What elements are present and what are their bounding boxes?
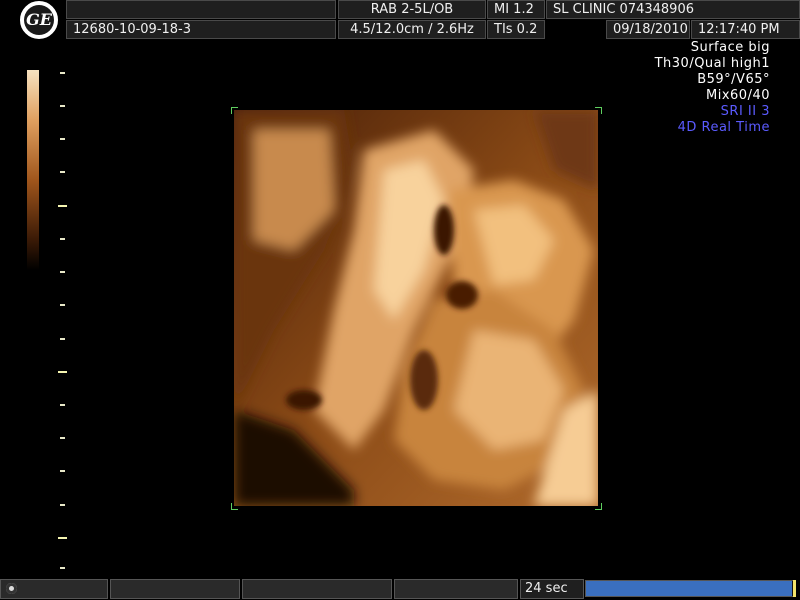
scale-tick-major	[58, 537, 67, 539]
mi-value: MI 1.2	[487, 0, 545, 19]
logo-text: GE	[24, 5, 54, 35]
acquisition-parameters: Surface big Th30/Qual high1 B59°/V65° Mi…	[655, 40, 770, 136]
exam-date: 09/18/2010	[606, 20, 690, 39]
scale-tick-major	[58, 205, 67, 207]
scale-tick	[60, 138, 65, 140]
scale-tick	[60, 470, 65, 472]
cine-progress-marker	[793, 580, 796, 597]
patient-id: 12680-10-09-18-3	[66, 20, 336, 39]
param-line-highlight: SRI II 3	[720, 104, 770, 119]
scale-tick	[60, 271, 65, 273]
scale-tick	[60, 338, 65, 340]
depth-frequency: 4.5/12.0cm / 2.6Hz	[338, 20, 486, 39]
bottom-tab-4[interactable]	[394, 579, 518, 599]
scale-tick	[60, 304, 65, 306]
clinic-label: SL CLINIC 074348906	[546, 0, 800, 19]
trackball-icon	[6, 583, 17, 594]
ultrasound-render-image	[234, 110, 598, 506]
scale-tick	[60, 171, 65, 173]
cine-progress-bar[interactable]	[585, 580, 795, 597]
scale-tick	[60, 72, 65, 74]
param-line: B59°/V65°	[697, 72, 770, 87]
exam-time: 12:17:40 PM	[691, 20, 800, 39]
scale-tick	[60, 504, 65, 506]
probe-label: RAB 2-5L/OB	[338, 0, 486, 19]
ge-logo: GE	[20, 1, 60, 39]
param-line: Surface big	[690, 40, 770, 55]
scale-tick	[60, 238, 65, 240]
param-line: Th30/Qual high1	[654, 56, 770, 71]
param-line: Mix60/40	[706, 88, 770, 103]
scale-tick	[60, 567, 65, 569]
bottom-tab-2[interactable]	[110, 579, 240, 599]
scale-tick-major	[58, 371, 67, 373]
scale-tick	[60, 105, 65, 107]
tis-value: TIs 0.2	[487, 20, 545, 39]
cine-progress-fill	[586, 581, 792, 596]
depth-scale	[58, 72, 70, 572]
scale-tick	[60, 404, 65, 406]
header-blank-top	[66, 0, 336, 19]
header-gap	[546, 20, 606, 39]
scale-tick	[60, 437, 65, 439]
param-line-highlight: 4D Real Time	[677, 120, 770, 135]
color-map-bar	[27, 70, 39, 270]
ultrasound-4d-render[interactable]	[234, 110, 598, 506]
bottom-tab-3[interactable]	[242, 579, 392, 599]
cine-timer: 24 sec	[520, 579, 584, 599]
